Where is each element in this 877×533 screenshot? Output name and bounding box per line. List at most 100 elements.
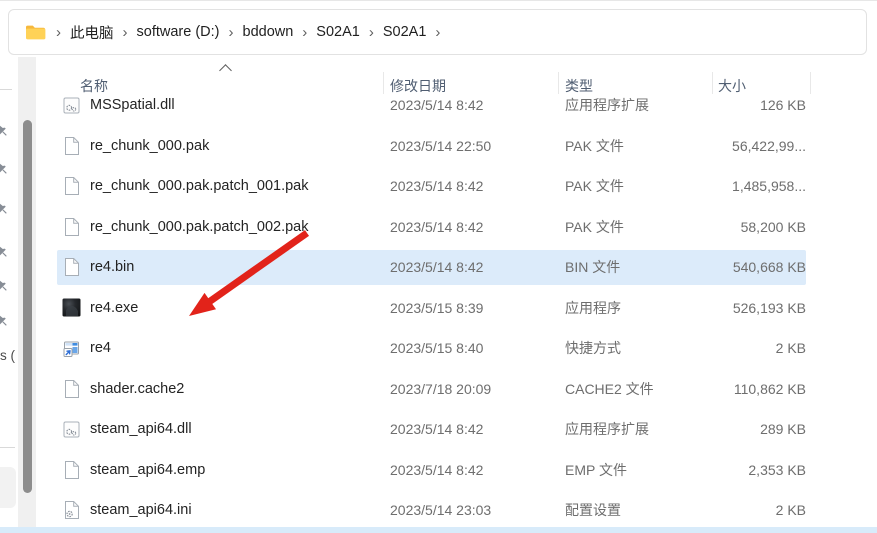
chevron-right-icon: › xyxy=(229,25,234,40)
table-row[interactable]: re4 2023/5/15 8:40 快捷方式 2 KB xyxy=(55,328,815,369)
file-file-icon xyxy=(62,217,81,237)
chevron-right-icon: › xyxy=(123,25,128,40)
table-row[interactable]: steam_api64.ini 2023/5/14 23:03 配置设置 2 K… xyxy=(55,490,815,527)
table-row[interactable]: re_chunk_000.pak.patch_002.pak 2023/5/14… xyxy=(55,207,815,248)
column-header-name[interactable]: 名称 xyxy=(80,76,108,96)
column-separator[interactable] xyxy=(383,72,384,94)
file-date: 2023/5/15 8:40 xyxy=(390,340,483,356)
file-name: steam_api64.emp xyxy=(90,462,205,478)
file-file-icon xyxy=(62,460,81,480)
file-name: steam_api64.dll xyxy=(90,421,192,437)
file-list: MSSpatial.dll 2023/5/14 8:42 应用程序扩展 126 … xyxy=(55,95,815,527)
file-size: 289 KB xyxy=(655,421,806,437)
file-type: EMP 文件 xyxy=(565,460,627,480)
chevron-right-icon: › xyxy=(435,25,440,40)
file-name: re4 xyxy=(90,340,111,356)
file-size: 2 KB xyxy=(655,340,806,356)
file-date: 2023/5/14 8:42 xyxy=(390,462,483,478)
file-size: 2 KB xyxy=(655,502,806,518)
table-row[interactable]: steam_api64.emp 2023/5/14 8:42 EMP 文件 2,… xyxy=(55,450,815,491)
pin-icon[interactable] xyxy=(0,200,10,217)
exe-file-icon xyxy=(62,298,81,318)
pin-icon[interactable] xyxy=(0,122,10,139)
breadcrumb-item[interactable]: S02A1 xyxy=(383,24,427,40)
file-size: 56,422,99... xyxy=(655,138,806,154)
ini-file-icon xyxy=(62,500,81,520)
file-size: 2,353 KB xyxy=(655,462,806,478)
breadcrumb-item[interactable]: S02A1 xyxy=(316,24,360,40)
file-type: 快捷方式 xyxy=(565,338,621,358)
breadcrumb-item[interactable]: bddown xyxy=(243,24,294,40)
breadcrumb: › 此电脑 › software (D:) › bddown › S02A1 › S02A1 › xyxy=(8,9,867,55)
file-name: steam_api64.ini xyxy=(90,502,192,518)
file-file-icon xyxy=(62,176,81,196)
file-type: PAK 文件 xyxy=(565,176,624,196)
file-name: re_chunk_000.pak.patch_001.pak xyxy=(90,178,308,194)
file-type: CACHE2 文件 xyxy=(565,379,654,399)
pin-icon[interactable] xyxy=(0,160,10,177)
column-separator[interactable] xyxy=(810,72,811,94)
nav-divider xyxy=(0,447,15,448)
file-date: 2023/5/14 8:42 xyxy=(390,421,483,437)
column-header-type[interactable]: 类型 xyxy=(565,76,593,96)
file-date: 2023/5/14 8:42 xyxy=(390,97,483,113)
file-date: 2023/5/14 8:42 xyxy=(390,178,483,194)
file-file-icon xyxy=(62,257,81,277)
file-size: 540,668 KB xyxy=(655,259,806,275)
file-name: MSSpatial.dll xyxy=(90,97,175,113)
file-type: PAK 文件 xyxy=(565,136,624,156)
pin-icon[interactable] xyxy=(0,277,10,294)
file-type: PAK 文件 xyxy=(565,217,624,237)
file-size: 126 KB xyxy=(655,97,806,113)
folder-icon[interactable] xyxy=(25,24,46,41)
column-header-size[interactable]: 大小 xyxy=(718,76,746,96)
bottom-scroll-strip[interactable] xyxy=(0,527,877,533)
breadcrumb-item[interactable]: 此电脑 xyxy=(70,22,114,43)
file-date: 2023/7/18 20:09 xyxy=(390,381,491,397)
table-row[interactable]: re4.exe 2023/5/15 8:39 应用程序 526,193 KB xyxy=(55,288,815,329)
file-date: 2023/5/14 8:42 xyxy=(390,219,483,235)
sort-ascending-icon xyxy=(219,64,232,77)
file-name: shader.cache2 xyxy=(90,381,184,397)
table-row[interactable]: MSSpatial.dll 2023/5/14 8:42 应用程序扩展 126 … xyxy=(55,95,815,126)
chevron-right-icon: › xyxy=(302,25,307,40)
nav-divider xyxy=(0,89,12,90)
column-separator[interactable] xyxy=(712,72,713,94)
file-size: 58,200 KB xyxy=(655,219,806,235)
file-name: re4.exe xyxy=(90,300,138,316)
nav-item-label-partial: s ( xyxy=(0,348,15,363)
table-row[interactable]: re4.bin 2023/5/14 8:42 BIN 文件 540,668 KB xyxy=(55,247,815,288)
pin-icon[interactable] xyxy=(0,312,10,329)
table-row[interactable]: re_chunk_000.pak.patch_001.pak 2023/5/14… xyxy=(55,166,815,207)
file-type: 配置设置 xyxy=(565,500,621,520)
file-date: 2023/5/14 23:03 xyxy=(390,502,491,518)
file-type: BIN 文件 xyxy=(565,257,620,277)
file-date: 2023/5/14 22:50 xyxy=(390,138,491,154)
file-file-icon xyxy=(62,379,81,399)
chevron-right-icon: › xyxy=(369,25,374,40)
file-name: re_chunk_000.pak xyxy=(90,138,209,154)
dll-file-icon xyxy=(62,419,81,439)
file-date: 2023/5/14 8:42 xyxy=(390,259,483,275)
file-size: 1,485,958... xyxy=(655,178,806,194)
file-type: 应用程序扩展 xyxy=(565,95,649,115)
file-size: 526,193 KB xyxy=(655,300,806,316)
nav-item-hover-remnant xyxy=(0,467,16,508)
file-date: 2023/5/15 8:39 xyxy=(390,300,483,316)
breadcrumb-item[interactable]: software (D:) xyxy=(137,24,220,40)
table-row[interactable]: re_chunk_000.pak 2023/5/14 22:50 PAK 文件 … xyxy=(55,126,815,167)
pin-icon[interactable] xyxy=(0,243,10,260)
column-separator[interactable] xyxy=(558,72,559,94)
column-header-date[interactable]: 修改日期 xyxy=(390,76,446,96)
file-name: re_chunk_000.pak.patch_002.pak xyxy=(90,219,308,235)
chevron-right-icon: › xyxy=(56,25,61,40)
table-row[interactable]: steam_api64.dll 2023/5/14 8:42 应用程序扩展 28… xyxy=(55,409,815,450)
table-row[interactable]: shader.cache2 2023/7/18 20:09 CACHE2 文件 … xyxy=(55,369,815,410)
nav-scrollbar-thumb[interactable] xyxy=(23,120,32,493)
file-size: 110,862 KB xyxy=(655,381,806,397)
shortcut-file-icon xyxy=(62,338,81,358)
file-name: re4.bin xyxy=(90,259,134,275)
dll-file-icon xyxy=(62,95,81,115)
file-type: 应用程序 xyxy=(565,298,621,318)
window-top-border xyxy=(0,0,877,1)
